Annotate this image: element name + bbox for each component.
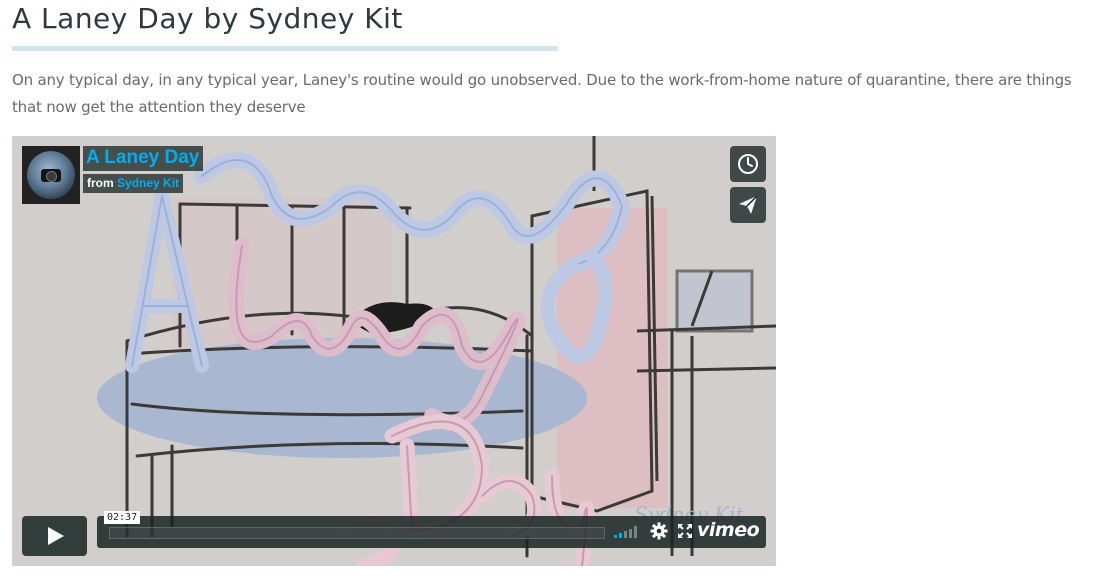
share-button[interactable]	[730, 187, 766, 223]
author-avatar-link[interactable]	[22, 146, 80, 204]
video-byline: A Laney Day from Sydney Kit	[22, 146, 204, 204]
time-display: 02:37	[104, 511, 141, 524]
from-label: from	[87, 176, 114, 190]
play-button[interactable]	[22, 516, 87, 556]
paper-plane-icon	[739, 195, 758, 214]
from-line: from Sydney Kit	[83, 174, 184, 193]
title-underline	[12, 46, 558, 51]
avatar	[27, 151, 75, 199]
progress-bar[interactable]: 02:37	[104, 511, 605, 539]
fullscreen-icon[interactable]	[677, 523, 693, 539]
clock-icon	[738, 154, 758, 174]
page-description: On any typical day, in any typical year,…	[12, 71, 1072, 116]
author-link[interactable]: Sydney Kit	[117, 176, 179, 190]
page-title: A Laney Day by Sydney Kit	[12, 2, 403, 35]
video-player[interactable]: Sydney Kit A Laney Day from Sydney Kit 0…	[12, 136, 776, 566]
player-controls: 02:37 vimeo	[22, 511, 766, 556]
play-icon	[47, 527, 64, 545]
watch-later-button[interactable]	[730, 146, 766, 182]
control-bar: 02:37 vimeo	[97, 511, 766, 548]
gear-icon[interactable]	[650, 522, 668, 540]
volume-bars-icon[interactable]	[614, 526, 640, 538]
video-title-link[interactable]: A Laney Day	[83, 146, 204, 171]
vimeo-logo-link[interactable]: vimeo	[697, 519, 760, 541]
